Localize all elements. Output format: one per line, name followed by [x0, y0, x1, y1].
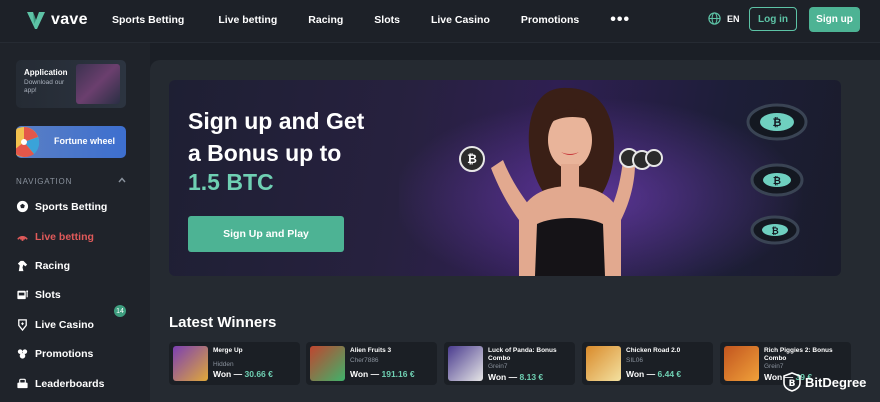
promo-banner[interactable]: ₿ ₿ ₿ ₿ Sign up and Get a Bonus up to 1.… [169, 80, 841, 276]
won-label: Won — [213, 369, 243, 379]
horse-icon [17, 260, 28, 272]
winner-game-name: Chicken Road 2.0 [626, 347, 681, 354]
live-signal-icon [17, 236, 28, 241]
vave-logo[interactable]: vave [26, 9, 88, 31]
vave-logo-icon [27, 12, 45, 29]
winner-amount: 8.13 € [519, 372, 544, 382]
fortune-wheel-icon [16, 127, 40, 157]
chevron-up-icon[interactable] [117, 175, 127, 185]
svg-text:B: B [789, 379, 796, 389]
login-button[interactable]: Log in [749, 7, 797, 31]
fortune-wheel-button[interactable]: Fortune wheel [16, 126, 126, 158]
casino-chip-icon [18, 319, 27, 331]
sidebar-item-slots[interactable]: Slots [16, 288, 61, 301]
bitdegree-shield-icon: B [783, 372, 801, 392]
promotions-count-badge: 14 [114, 305, 126, 317]
won-label: Won — [350, 369, 380, 379]
app-phone-image [76, 64, 120, 104]
model-image: ₿ [459, 87, 663, 276]
winner-amount-row: Won — 8.13 € [488, 372, 543, 382]
sidebar-item-promotions[interactable]: Promotions [16, 347, 93, 360]
winner-amount: 6.44 € [657, 369, 682, 379]
nav-slots[interactable]: Slots [374, 14, 400, 26]
top-bar: vave Sports Betting Live betting Racing … [0, 0, 880, 43]
language-label: EN [727, 13, 740, 24]
game-thumbnail [586, 346, 621, 381]
winner-username: Hidden [213, 361, 234, 368]
banner-bonus-amount: 1.5 BTC [188, 169, 274, 195]
nav-live-casino[interactable]: Live Casino [431, 14, 490, 26]
bitdegree-label: BitDegree [805, 374, 867, 390]
app-subtitle: Download our app! [24, 79, 65, 94]
sidebar-item-label: Live Casino [35, 318, 94, 331]
winner-username: SIL06 [626, 357, 643, 364]
nav-racing[interactable]: Racing [308, 14, 343, 26]
slot-machine-icon [17, 290, 29, 300]
nav-sports-betting[interactable]: Sports Betting [112, 14, 184, 26]
winner-amount: 191.16 € [381, 369, 415, 379]
sidebar-item-leaderboards[interactable]: Leaderboards [16, 377, 104, 390]
gift-icon [17, 349, 28, 359]
navigation-heading: NAVIGATION [16, 177, 73, 186]
winner-game-name: Alien Fruits 3 [350, 347, 392, 354]
logo-text: vave [51, 11, 88, 28]
sidebar-item-label: Racing [35, 259, 71, 272]
winner-game-name: Merge Up [213, 347, 243, 354]
won-label: Won — [488, 372, 518, 382]
winner-game-name: Rich Piggies 2: Bonus Combo [764, 347, 833, 362]
latest-winners-title: Latest Winners [169, 314, 277, 331]
nav-promotions[interactable]: Promotions [521, 14, 579, 26]
winner-username: Grein7 [764, 363, 784, 370]
svg-text:₿: ₿ [773, 116, 782, 129]
won-label: Won — [626, 369, 656, 379]
winner-game-name: Luck of Panda: Bonus Combo [488, 347, 557, 362]
bitcoin-coin-icon: ₿ [746, 103, 808, 141]
sidebar-item-racing[interactable]: Racing [16, 259, 70, 272]
nav-live-betting[interactable]: Live betting [218, 14, 277, 26]
app-download-card[interactable]: Application Download our app! [16, 60, 126, 108]
game-thumbnail [448, 346, 483, 381]
winner-card[interactable]: Chicken Road 2.0 SIL06 Won — 6.44 € [582, 342, 713, 385]
fortune-wheel-label: Fortune wheel [54, 136, 116, 146]
winner-card[interactable]: Alien Fruits 3 Cher7886 Won — 191.16 € [306, 342, 437, 385]
sidebar-item-label: Slots [35, 288, 61, 301]
svg-text:₿: ₿ [773, 175, 781, 187]
sidebar-item-sports-betting[interactable]: Sports Betting [16, 200, 107, 213]
sidebar-item-live-betting[interactable]: Live betting [16, 230, 94, 243]
winner-amount-row: Won — 30.66 € [213, 369, 273, 379]
bitcoin-coin-icon: ₿ [750, 163, 804, 197]
svg-text:₿: ₿ [771, 226, 778, 237]
sidebar-item-label: Live betting [35, 230, 94, 243]
globe-icon [708, 12, 721, 25]
winner-username: Grein7 [488, 363, 508, 370]
banner-line-2: a Bonus up to [188, 140, 342, 166]
sidebar-item-label: Promotions [35, 347, 94, 360]
soccer-ball-icon [16, 200, 29, 213]
winner-username: Cher7886 [350, 357, 379, 364]
banner-line-1: Sign up and Get [188, 108, 365, 134]
leaderboard-icon [17, 378, 28, 389]
banner-headline: Sign up and Get a Bonus up to [188, 105, 364, 169]
sidebar-item-live-casino[interactable]: Live Casino [16, 318, 94, 331]
language-selector[interactable]: EN [708, 12, 740, 25]
more-menu-button[interactable]: ••• [610, 11, 630, 29]
game-thumbnail [310, 346, 345, 381]
winner-card[interactable]: Luck of Panda: Bonus Combo Grein7 Won — … [444, 342, 575, 385]
winner-amount-row: Won — 191.16 € [350, 369, 415, 379]
sidebar-item-label: Leaderboards [35, 377, 105, 390]
signup-and-play-button[interactable]: Sign Up and Play [188, 216, 344, 252]
main-nav: Sports Betting Live betting Racing Slots… [112, 0, 630, 40]
winner-amount: 30.66 € [244, 369, 273, 379]
signup-button[interactable]: Sign up [809, 7, 860, 32]
winner-card[interactable]: Merge Up Hidden Won — 30.66 € [169, 342, 300, 385]
winner-amount-row: Won — 6.44 € [626, 369, 681, 379]
bitdegree-watermark: B BitDegree [783, 372, 866, 392]
svg-text:₿: ₿ [467, 152, 477, 166]
bitcoin-coin-icon: ₿ [750, 215, 800, 245]
game-thumbnail [173, 346, 208, 381]
game-thumbnail [724, 346, 759, 381]
sidebar: Application Download our app! Fortune wh… [0, 43, 150, 402]
app-title: Application [24, 68, 68, 77]
sidebar-item-label: Sports Betting [35, 200, 108, 213]
